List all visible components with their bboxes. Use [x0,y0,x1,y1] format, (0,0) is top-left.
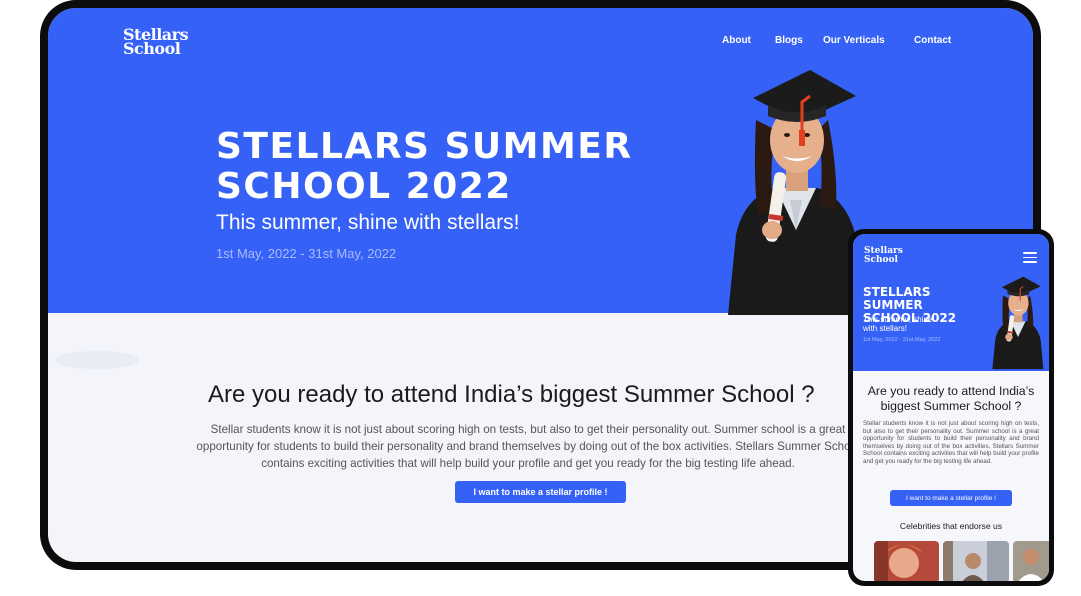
mobile-section-title: Are you ready to attend India’s biggest … [853,384,1049,414]
section-title: Are you ready to attend India’s biggest … [208,381,815,408]
mobile-device-frame: Stellars School STELLARS SUMMER SCHOOL 2… [848,229,1054,586]
mobile-section-title-line2: biggest Summer School ? [880,399,1022,413]
mobile-hero-subtitle-line1: This summer, shine [863,315,933,324]
celebrity-photo-image [874,541,939,581]
hamburger-menu-icon[interactable] [1023,252,1037,263]
celebrity-photo-image [1013,541,1049,581]
hero-title: STELLARS SUMMER SCHOOL 2022 [216,127,636,207]
mobile-hero-title-line1: STELLARS SUMMER [863,285,931,312]
mobile-screen: Stellars School STELLARS SUMMER SCHOOL 2… [853,234,1049,581]
mobile-section-title-line1: Are you ready to attend India’s [867,384,1035,398]
hero-title-line2: SCHOOL 2022 [216,166,512,207]
celebrity-photo[interactable] [943,541,1009,581]
celebrities-heading: Celebrities that endorse us [899,521,1003,531]
celebrity-photo[interactable] [874,541,939,581]
mobile-brand-logo[interactable]: Stellars School [864,247,903,265]
section-body-text: Stellar students know it is not just abo… [196,423,860,470]
nav-link-blogs[interactable]: Blogs [775,35,803,46]
mobile-hero-banner: Stellars School STELLARS SUMMER SCHOOL 2… [853,234,1049,371]
mobile-section-body-text: Stellar students know it is not just abo… [863,420,1039,465]
nav-link-contact[interactable]: Contact [914,35,951,46]
hero-dates: 1st May, 2022 - 31st May, 2022 [216,246,397,261]
make-stellar-profile-button[interactable]: I want to make a stellar profile ! [455,481,626,503]
celebrity-photo[interactable] [1013,541,1049,581]
hero-title-line1: STELLARS SUMMER [216,126,633,167]
mobile-make-stellar-profile-button[interactable]: I want to make a stellar profile ! [890,490,1012,506]
hero-subtitle: This summer, shine with stellars! [216,211,520,234]
celebrity-photo-image [943,541,1009,581]
mobile-hero-dates: 1st May, 2022 - 31st May, 2022 [863,337,941,343]
decorative-blob [55,351,139,369]
mobile-hero-subtitle: This summer, shine with stellars! [863,315,943,333]
mobile-brand-logo-line2: School [864,255,898,265]
top-nav: About Blogs Our Verticals Contact [48,35,1033,55]
mobile-hero-subtitle-line2: with stellars! [863,324,908,333]
nav-link-our-verticals[interactable]: Our Verticals [823,35,885,46]
mobile-graduate-student-image [992,276,1044,370]
nav-link-about[interactable]: About [722,35,751,46]
